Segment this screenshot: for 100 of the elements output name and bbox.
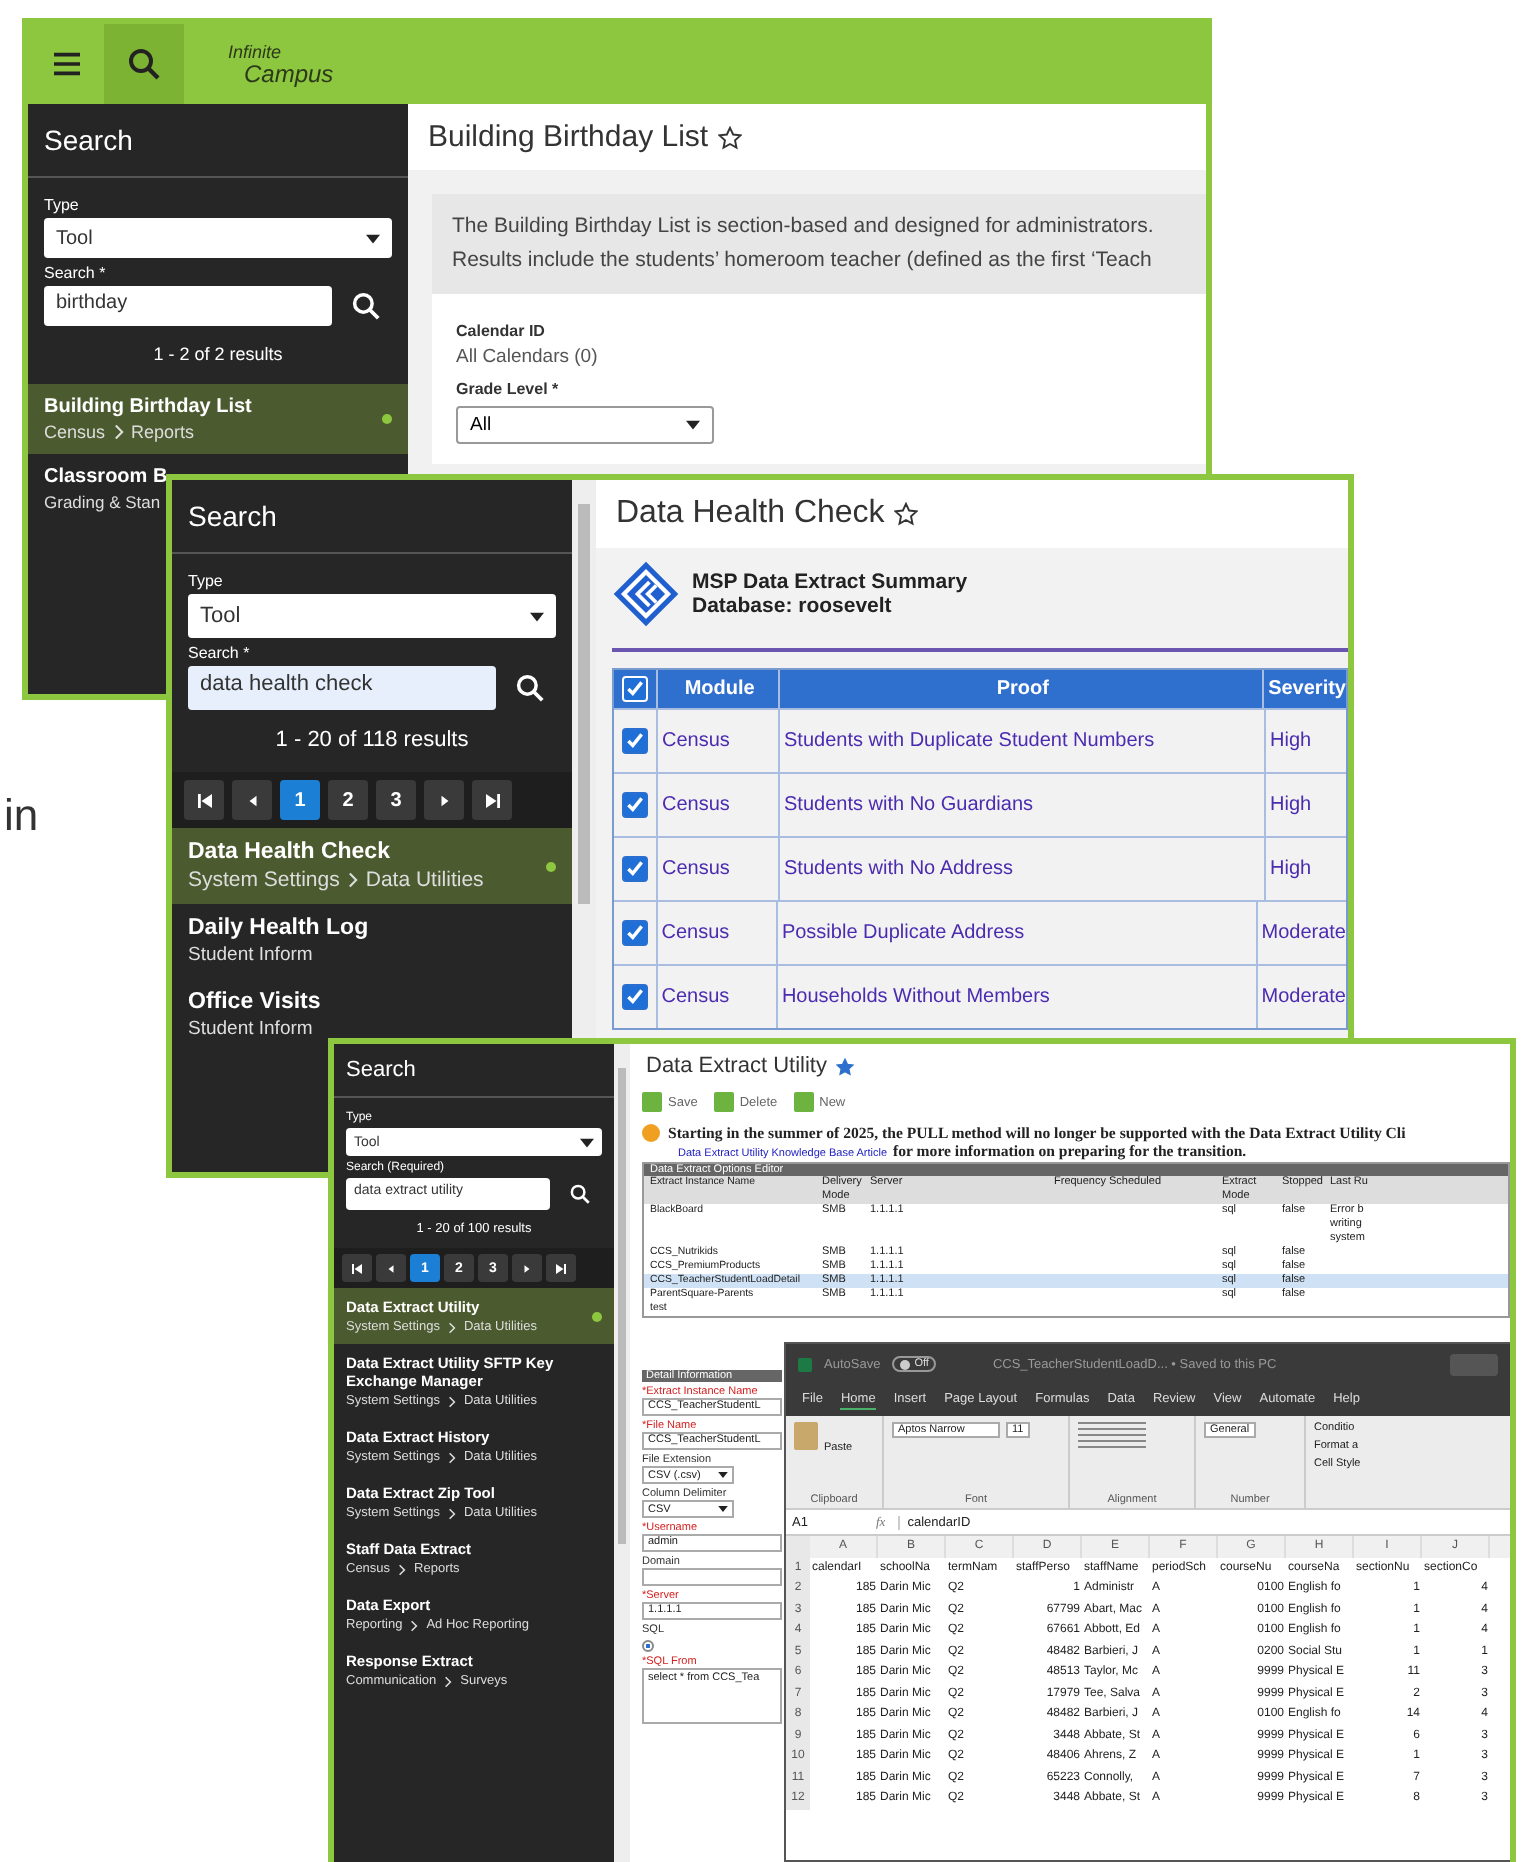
page-button[interactable]: 2	[328, 780, 368, 820]
table-cell: Students with Duplicate Student Numbers	[780, 710, 1266, 772]
table-cell-text: High	[1268, 792, 1314, 820]
last-page-button[interactable]	[472, 780, 512, 820]
previous-icon	[245, 793, 259, 807]
search-result-item[interactable]: Building Birthday List Census Reports	[28, 384, 408, 454]
previous-page-button[interactable]	[376, 1254, 406, 1282]
table-cell: Students with No Guardians	[780, 774, 1266, 836]
active-dot	[546, 861, 556, 871]
search-result-item[interactable]: Classroom B Grading & Stan	[28, 454, 168, 524]
active-dot	[592, 1311, 602, 1321]
chevron-icon	[447, 1451, 456, 1463]
clipboard-icon	[794, 1422, 818, 1450]
radio-button[interactable]	[642, 1640, 654, 1652]
search-icon[interactable]	[516, 674, 544, 702]
field-label: Search *	[188, 644, 252, 662]
breadcrumb-text: Data Utilities	[365, 868, 484, 892]
search-button[interactable]	[104, 24, 184, 104]
summary-title: MSP Data Extract Summary	[692, 570, 968, 594]
scrollbar[interactable]	[614, 1044, 630, 1862]
breadcrumb-text: Reports	[131, 422, 195, 442]
spreadsheet-app-icon	[798, 1357, 812, 1371]
chevron-icon	[447, 1321, 456, 1333]
row-checkbox[interactable]	[621, 984, 648, 1010]
description-text: Results include the students’ homeroom teacher (defined as the first ‘Teach	[452, 246, 1154, 276]
chevron-icon	[113, 424, 124, 440]
diamond-logo-icon	[612, 560, 680, 628]
field-label: Type	[44, 196, 81, 214]
row-checkbox[interactable]	[622, 856, 648, 882]
grade-dropdown[interactable]: All	[456, 406, 714, 444]
column-header: Module	[657, 670, 780, 708]
type-dropdown[interactable]: Tool	[44, 218, 392, 258]
select-all-checkbox[interactable]	[621, 676, 648, 702]
table-cell: Census	[658, 774, 780, 836]
page-button[interactable]: 3	[376, 780, 416, 820]
caret-icon	[686, 420, 700, 430]
description-text: The Building Birthday List is section-based and designed for administrators.	[452, 212, 1156, 242]
search-field[interactable]	[1450, 1353, 1498, 1375]
active-dot	[382, 414, 392, 424]
breadcrumb-text: Student Inform	[188, 1018, 313, 1040]
database-name: Database: roosevelt	[692, 594, 894, 618]
cut-off-text: in	[4, 790, 39, 842]
previous-page-button[interactable]	[232, 780, 272, 820]
search-result-item[interactable]: Office Visits Student Inform	[172, 978, 321, 1052]
star-icon[interactable]	[836, 1057, 855, 1075]
row-checkbox[interactable]	[621, 920, 648, 946]
input-field[interactable]	[642, 1568, 782, 1586]
breadcrumb-text: Census	[44, 422, 106, 442]
search-icon[interactable]	[352, 292, 380, 320]
star-icon[interactable]	[718, 125, 743, 149]
page-title: Building Birthday List	[428, 120, 709, 154]
chevron-icon	[347, 872, 358, 888]
first-page-button[interactable]	[184, 780, 224, 820]
next-icon	[522, 1263, 532, 1273]
table-cell: Census	[658, 838, 780, 900]
caret-icon	[718, 1472, 728, 1478]
star-icon[interactable]	[894, 502, 919, 526]
chevron-icon	[447, 1395, 456, 1407]
field-value: All Calendars (0)	[456, 346, 600, 368]
search-icon[interactable]	[570, 1184, 590, 1204]
caret-icon	[580, 1137, 594, 1147]
next-page-button[interactable]	[512, 1254, 542, 1282]
type-dropdown[interactable]: Tool	[188, 594, 556, 638]
results-count: 1 - 20 of 118 results	[273, 728, 471, 752]
search-field[interactable]: birthday	[44, 286, 332, 326]
search-result-item[interactable]: Daily Health Log Student Inform	[172, 904, 369, 978]
logo: Infinite Campus	[228, 43, 334, 85]
table-cell: Possible Duplicate Address	[777, 902, 1258, 964]
table-cell: Census	[657, 902, 778, 964]
row-checkbox[interactable]	[622, 792, 648, 818]
caret-icon	[718, 1506, 728, 1512]
field-label: Grade Level *	[456, 380, 561, 398]
chevron-icon	[444, 1675, 453, 1687]
caret-icon	[530, 611, 544, 621]
table-cell: Census	[657, 966, 778, 1028]
page-button[interactable]: 1	[280, 780, 320, 820]
caret-icon	[366, 233, 380, 243]
table-cell-text: Moderate	[1259, 984, 1346, 1012]
chevron-icon	[447, 1507, 456, 1519]
last-page-icon	[485, 793, 499, 807]
row-checkbox[interactable]	[622, 728, 648, 754]
table-cell-text: High	[1268, 728, 1314, 756]
table-cell: Students with No Address	[780, 838, 1266, 900]
field-label: Type	[188, 572, 225, 590]
first-page-icon	[197, 793, 211, 807]
search-field[interactable]: data health check	[188, 666, 496, 710]
breadcrumb-text: Grading & Stan	[44, 492, 161, 512]
next-page-button[interactable]	[424, 780, 464, 820]
field-label: Calendar ID	[456, 322, 547, 340]
last-page-button[interactable]	[546, 1254, 576, 1282]
menu-icon[interactable]	[54, 52, 80, 76]
last-page-icon	[556, 1263, 566, 1273]
field-label: Search *	[44, 264, 108, 282]
chevron-icon	[410, 1619, 419, 1631]
search-result-item[interactable]: Data Health Check System Settings Data Utilities	[172, 828, 572, 904]
search-icon	[128, 48, 160, 80]
first-page-button[interactable]	[342, 1254, 372, 1282]
next-icon	[437, 793, 451, 807]
warning-icon	[642, 1124, 660, 1142]
table-cell-text: High	[1268, 856, 1314, 884]
